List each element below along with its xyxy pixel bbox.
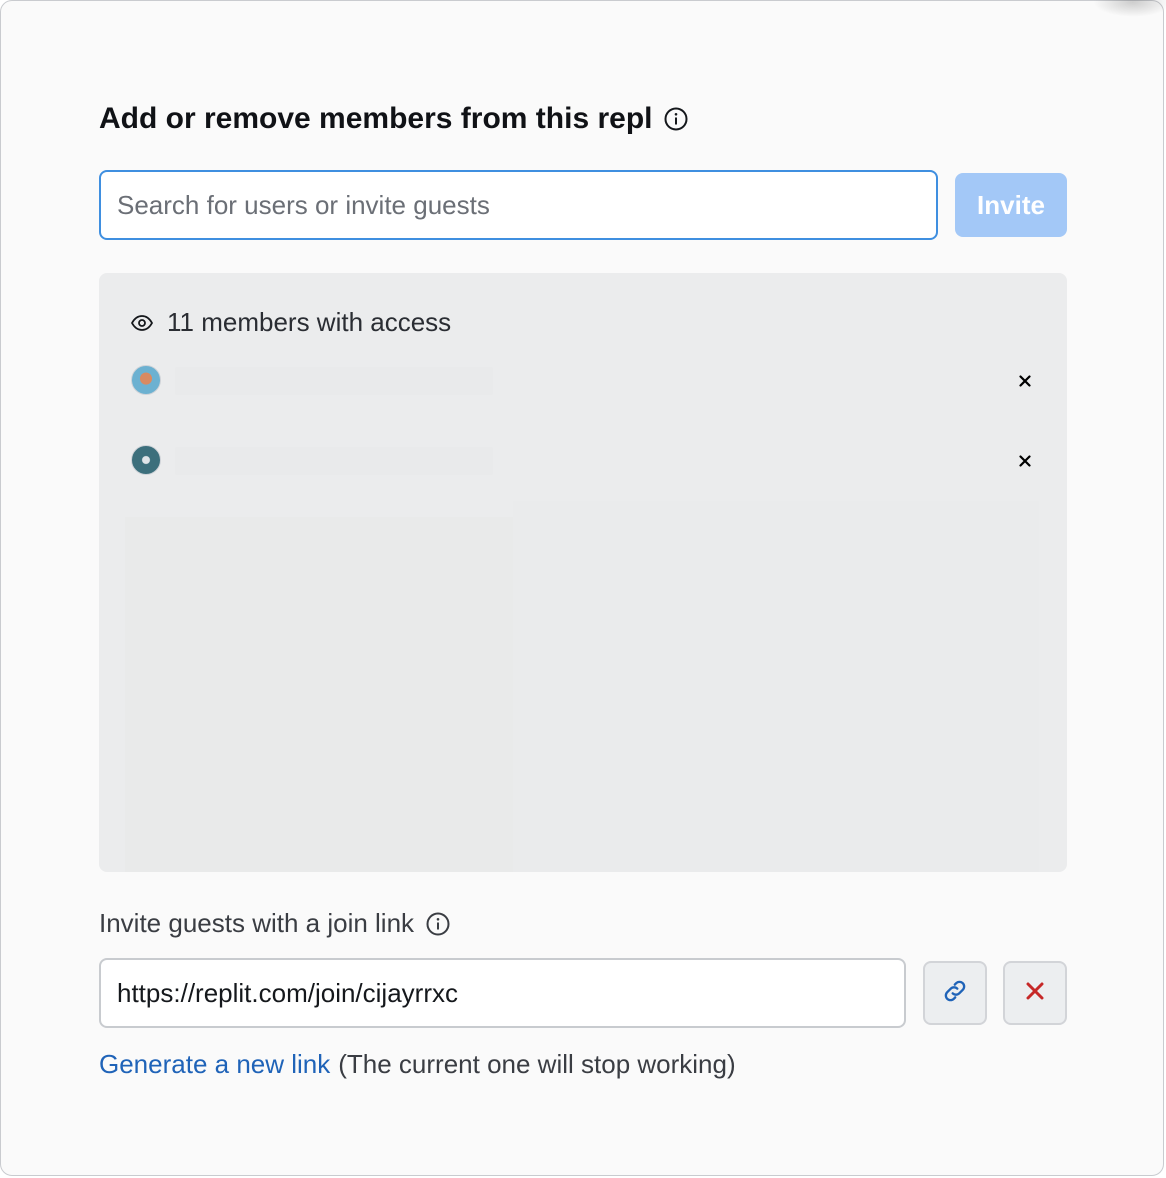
join-link-label: Invite guests with a join link bbox=[99, 905, 450, 941]
members-summary: 11 members with access bbox=[130, 307, 452, 338]
dialog-title: Add or remove members from this repl bbox=[99, 97, 688, 141]
member-name-redacted bbox=[175, 367, 493, 395]
remove-member-close-icon[interactable] bbox=[1015, 371, 1035, 391]
member-list-redacted-area bbox=[125, 517, 513, 872]
link-icon bbox=[941, 977, 969, 1010]
delete-link-button[interactable] bbox=[1003, 961, 1067, 1025]
dialog-title-text: Add or remove members from this repl bbox=[99, 102, 653, 135]
window-corner-shadow bbox=[1093, 0, 1166, 17]
join-link-field[interactable] bbox=[99, 958, 906, 1028]
members-panel: 11 members with access bbox=[99, 273, 1067, 872]
join-link-label-text: Invite guests with a join link bbox=[99, 907, 415, 938]
remove-member-close-icon[interactable] bbox=[1015, 451, 1035, 471]
search-input[interactable] bbox=[99, 170, 938, 240]
generate-new-link[interactable]: Generate a new link bbox=[99, 1049, 330, 1080]
invite-button[interactable]: Invite bbox=[955, 173, 1067, 237]
eye-icon bbox=[130, 307, 154, 338]
copy-link-button[interactable] bbox=[923, 961, 987, 1025]
members-dialog: Add or remove members from this repl Inv… bbox=[0, 0, 1166, 1176]
generate-link-line: Generate a new link (The current one wil… bbox=[99, 1044, 736, 1084]
member-row bbox=[131, 445, 1035, 481]
member-name-redacted bbox=[175, 447, 493, 475]
info-icon[interactable] bbox=[426, 911, 450, 936]
close-icon bbox=[1026, 982, 1044, 1005]
members-count-text: 11 members with access bbox=[167, 307, 452, 337]
info-icon[interactable] bbox=[664, 107, 688, 131]
member-row bbox=[131, 365, 1035, 401]
join-link-redacted-part bbox=[507, 978, 591, 1012]
generate-link-note: (The current one will stop working) bbox=[338, 1048, 736, 1079]
avatar bbox=[131, 445, 161, 475]
member-list-redacted-area bbox=[513, 501, 1039, 872]
avatar bbox=[131, 365, 161, 395]
